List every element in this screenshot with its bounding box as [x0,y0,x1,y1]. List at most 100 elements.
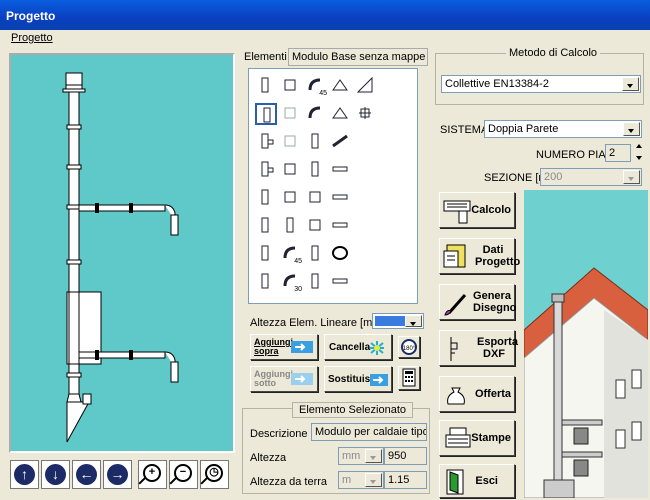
palette-item-pipe-narrow[interactable] [280,215,302,237]
elementi-label: Elementi [244,51,287,63]
inspection-faded2-icon [284,135,296,147]
palette-item-pipe-elbow[interactable] [305,159,327,181]
pipe-box2-icon [311,273,319,289]
altezza-lineare-select[interactable] [372,313,424,329]
bar4-icon [332,278,348,284]
palette-item-inspection[interactable] [280,75,302,97]
palette-item-label: 30 [294,286,302,293]
brush-icon [444,294,467,316]
offerta-button[interactable]: Offerta [439,376,515,412]
elements-palette[interactable]: 45 45 30 [248,68,418,304]
palette-item-box[interactable] [280,159,302,181]
calcolo-button[interactable]: Calcolo [439,192,515,228]
palette-item-pipe-cap[interactable] [255,243,277,265]
stampe-button[interactable]: Stampe [439,420,515,456]
move-left-button[interactable]: ← [72,460,101,489]
calculator-button[interactable] [398,366,420,390]
exit-door-icon [446,469,464,495]
chevron-down-icon [623,170,640,184]
palette-item-label: 45 [294,258,302,265]
esporta-dxf-label: Esporta DXF [477,336,518,360]
palette-item-inspection-faded2[interactable] [280,131,302,153]
bar3-icon [332,222,348,228]
esci-button[interactable]: Esci [439,464,515,498]
move-down-button[interactable]: ↓ [41,460,70,489]
altezza-terra-unit-select[interactable]: m [338,471,384,489]
arrow-right-icon: → [107,464,128,485]
sezione-select[interactable]: 200 [540,168,642,186]
dati-progetto-button[interactable]: Dati Progetto [439,238,520,274]
zoom-out-button[interactable]: − [169,460,198,489]
palette-item-bar3[interactable] [330,215,352,237]
palette-item-pipe-tee2[interactable] [255,159,277,181]
stepper-down-icon[interactable] [636,156,642,160]
pipe-straight-icon [261,77,269,93]
palette-item-pipe-straight3[interactable] [255,187,277,209]
money-bag-icon [447,387,465,405]
rotate-180-label: 180° [403,346,416,352]
aggiungi-sotto-button[interactable]: Aggiungi sotto [250,366,318,392]
stepper-up-icon[interactable] [636,144,642,148]
aggiungi-sotto-label: Aggiungi sotto [254,369,293,388]
menu-item-progetto[interactable]: Progetto [11,32,53,44]
palette-item-pipe-tee[interactable] [255,131,277,153]
descrizione-field: Modulo per caldaie tipo-C [311,423,427,441]
palette-item-cone[interactable] [355,75,377,97]
palette-item-bar2[interactable] [330,187,352,209]
chimney-drawing-canvas[interactable] [9,53,235,453]
numero-piani-stepper[interactable] [634,142,646,164]
palette-item-grid[interactable] [355,103,377,125]
pipe-box-icon [311,245,319,261]
rotate-180-button[interactable]: 180° [398,336,420,358]
altezza-terra-value-field: 1.15 [384,471,427,489]
color-swatch [375,316,407,326]
zoom-fit-button[interactable]: ◷ [200,460,229,489]
genera-disegno-button[interactable]: Genera Disegno [439,284,516,320]
palette-item-pipe-funnel[interactable] [255,215,277,237]
terminal-icon [332,107,348,119]
palette-item-elbow-30[interactable]: 30 [280,271,302,293]
palette-item-inspection-faded[interactable] [280,103,302,125]
palette-item-adapter[interactable] [280,187,302,209]
palette-item-elbow-45[interactable]: 45 [305,75,327,97]
numero-piani-field[interactable]: 2 [605,144,631,162]
dxf-export-icon [450,337,458,361]
sistema-select[interactable]: Doppia Parete [484,120,642,138]
palette-item-pipe-straight[interactable] [255,75,277,97]
palette-item-angled[interactable] [330,131,352,153]
aggiungi-sopra-button[interactable]: Aggiungi sopra [250,334,318,360]
offerta-label: Offerta [474,388,511,400]
zoom-in-button[interactable]: + [138,460,167,489]
palette-item-base[interactable] [255,271,277,293]
arrow-left-icon: ← [76,464,97,485]
palette-item-pipe-box[interactable] [305,243,327,265]
bar2-icon [332,194,348,200]
metodo-calcolo-select[interactable]: Collettive EN13384-2 [441,75,641,93]
palette-item-bar[interactable] [330,159,352,181]
cancella-button[interactable]: Cancella [324,334,392,360]
palette-item-pipe-straight-sel[interactable] [255,103,277,125]
palette-item-pipe-tall[interactable] [305,131,327,153]
pipe-funnel-icon [261,217,269,233]
palette-item-terminal[interactable] [330,103,352,125]
palette-item-pipe-box2[interactable] [305,271,327,293]
palette-item-adapter2[interactable] [305,187,327,209]
move-right-button[interactable]: → [103,460,132,489]
stampe-label: Stampe [471,432,511,444]
palette-item-elbow[interactable] [305,103,327,125]
move-up-button[interactable]: ↑ [10,460,39,489]
palette-item-cap[interactable] [330,75,352,97]
palette-item-elbow-45b[interactable]: 45 [280,243,302,265]
altezza-unit-select[interactable]: mm [338,447,384,465]
box-icon [284,163,296,175]
sostituisci-button[interactable]: Sostituisci [324,366,392,392]
ring-icon [332,246,348,260]
elementi-value: Modulo Base senza mappe [288,48,428,66]
keyboard-icon [443,200,471,224]
chevron-down-icon [622,77,639,91]
palette-item-square[interactable] [305,215,327,237]
palette-item-ring[interactable] [330,243,352,265]
palette-item-bar4[interactable] [330,271,352,293]
esporta-dxf-button[interactable]: Esporta DXF [439,330,518,366]
chevron-down-icon [365,473,382,487]
